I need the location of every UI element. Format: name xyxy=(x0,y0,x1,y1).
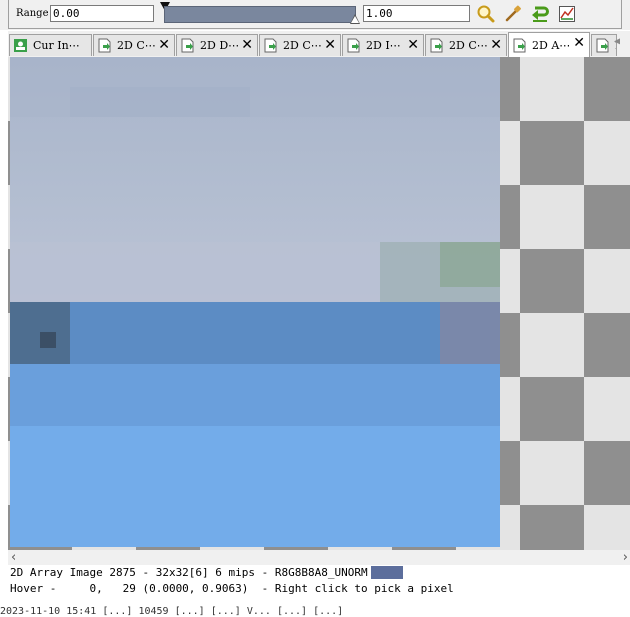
tab-texture-3[interactable]: 2D C⋯ ✕ xyxy=(259,34,341,56)
tab-label: 2D C⋯ xyxy=(449,39,488,52)
range-white-point-handle[interactable] xyxy=(350,14,360,24)
tab-close-icon[interactable]: ✕ xyxy=(324,38,336,52)
horizontal-scrollbar[interactable]: ‹ › xyxy=(8,550,630,565)
scroll-right-arrow-icon[interactable]: › xyxy=(623,550,628,565)
histogram-button[interactable] xyxy=(557,4,577,24)
hover-info-text: Hover - 0, 29 (0.0000, 0.9063) - Right c… xyxy=(10,582,454,595)
texture-preview-image xyxy=(10,57,500,547)
auto-fit-icon xyxy=(532,6,549,22)
tab-close-icon[interactable]: ✕ xyxy=(407,38,419,52)
tab-label: 2D D⋯ xyxy=(200,39,240,52)
tab-close-icon[interactable]: ✕ xyxy=(158,38,170,52)
tab-close-icon[interactable]: ✕ xyxy=(490,38,502,52)
range-max-input[interactable] xyxy=(363,5,470,22)
log-line: 2023-11-10 15:41 [...] 10459 [...] [...]… xyxy=(0,606,344,617)
pick-pixel-button[interactable] xyxy=(503,4,523,24)
tab-close-icon[interactable]: ✕ xyxy=(573,36,585,50)
zoom-button[interactable] xyxy=(476,4,496,24)
texture-viewport[interactable] xyxy=(8,57,630,550)
tab-current-input[interactable]: Cur In⋯ xyxy=(9,34,92,56)
range-min-input[interactable] xyxy=(50,5,154,22)
histogram-icon xyxy=(559,6,575,22)
tab-label: 2D A⋯ xyxy=(532,38,571,52)
texture-toolbar: Range xyxy=(0,0,630,30)
tab-close-icon[interactable]: ✕ xyxy=(241,38,253,52)
auto-fit-button[interactable] xyxy=(530,4,550,24)
tab-texture-active[interactable]: 2D A⋯ ✕ xyxy=(508,32,590,57)
texture-icon xyxy=(430,38,443,53)
texture-icon xyxy=(347,38,360,53)
texture-icon xyxy=(513,38,526,52)
range-label: Range xyxy=(16,8,49,19)
range-histogram-bar[interactable] xyxy=(164,6,356,23)
tab-label: 2D C⋯ xyxy=(283,39,322,52)
tab-texture-4[interactable]: 2D I⋯ ✕ xyxy=(342,34,424,56)
zoom-icon xyxy=(477,5,495,23)
resource-icon xyxy=(14,39,27,52)
tab-texture-5[interactable]: 2D C⋯ ✕ xyxy=(425,34,507,56)
tab-texture-1[interactable]: 2D C⋯ ✕ xyxy=(93,34,175,56)
tab-scroll-left-button[interactable]: ◀ xyxy=(614,36,628,54)
hover-color-swatch xyxy=(370,566,403,579)
texture-icon xyxy=(596,38,609,53)
tab-label: 2D C⋯ xyxy=(117,39,156,52)
tab-label: 2D I⋯ xyxy=(366,39,401,52)
texture-info-text: 2D Array Image 2875 - 32x32[6] 6 mips - … xyxy=(10,566,368,579)
texture-tab-bar: Cur In⋯ 2D C⋯ ✕ 2D D⋯ ✕ 2D C⋯ ✕ 2D I⋯ ✕ xyxy=(8,31,630,58)
tab-texture-2[interactable]: 2D D⋯ ✕ xyxy=(176,34,258,56)
tab-label: Cur In⋯ xyxy=(33,39,80,52)
scroll-left-arrow-icon[interactable]: ‹ xyxy=(11,550,16,565)
pick-icon xyxy=(505,5,521,22)
texture-icon xyxy=(98,38,111,53)
texture-icon xyxy=(181,38,194,53)
texture-icon xyxy=(264,38,277,53)
texture-info-bar: 2D Array Image 2875 - 32x32[6] 6 mips - … xyxy=(10,566,403,579)
